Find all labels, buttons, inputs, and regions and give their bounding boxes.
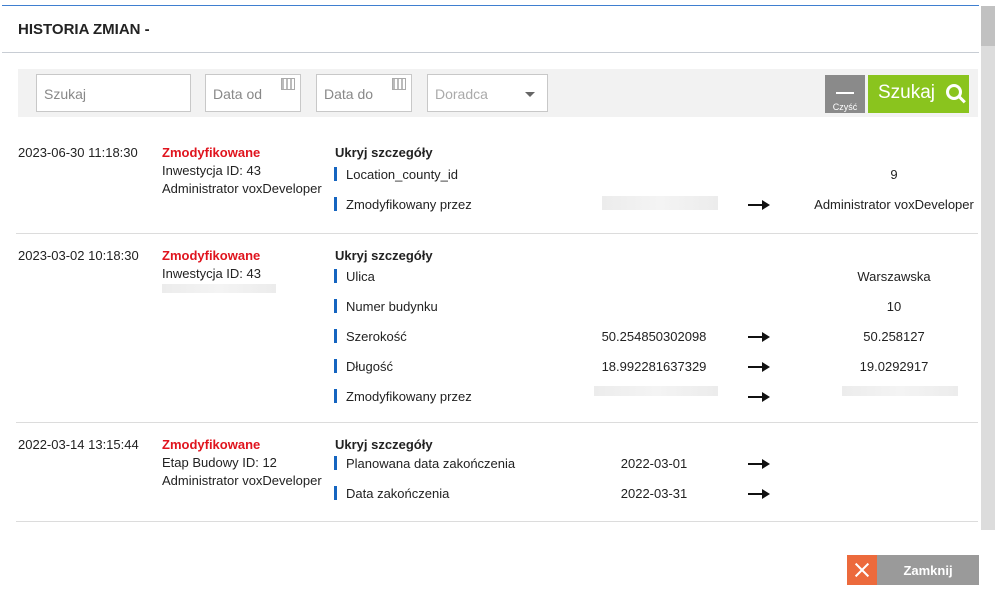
- change-marker: [334, 486, 337, 500]
- modal-top-border: [2, 5, 979, 6]
- date-to-field[interactable]: Data do: [316, 74, 412, 112]
- title-divider: [2, 52, 979, 53]
- change-marker: [334, 299, 337, 313]
- filter-bar: Szukaj Data od Data do Doradca Czyść Szu…: [18, 69, 978, 117]
- entry-datetime: 2023-03-02 10:18:30: [18, 248, 139, 263]
- change-field: Ulica: [346, 269, 375, 284]
- calendar-icon[interactable]: [281, 78, 295, 90]
- toggle-details-link[interactable]: Ukryj szczegóły: [335, 145, 433, 160]
- change-new-value: 19.0292917: [859, 359, 929, 374]
- change-new-value: 10: [886, 299, 902, 314]
- change-old-value: 2022-03-31: [620, 486, 688, 501]
- entry-object: Inwestycja ID: 43: [162, 163, 261, 178]
- arrow-right-icon: [748, 459, 770, 469]
- date-from-field[interactable]: Data od: [205, 74, 301, 112]
- scrollbar-track[interactable]: [981, 46, 995, 530]
- change-new-value: 9: [890, 167, 898, 182]
- change-field: Numer budynku: [346, 299, 438, 314]
- clear-button[interactable]: Czyść: [825, 75, 865, 113]
- change-old-value: 50.254850302098: [601, 329, 707, 344]
- change-marker: [334, 389, 337, 403]
- page-title: HISTORIA ZMIAN -: [18, 21, 150, 38]
- advisor-select[interactable]: Doradca: [427, 74, 548, 112]
- search-button[interactable]: Szukaj: [868, 75, 969, 113]
- history-entry: 2023-03-02 10:18:30 Zmodyfikowane Inwest…: [16, 234, 978, 423]
- redacted-value: [602, 196, 718, 210]
- date-from-placeholder: Data od: [213, 86, 263, 102]
- entry-status: Zmodyfikowane: [162, 437, 261, 452]
- toggle-details-link[interactable]: Ukryj szczegóły: [335, 437, 433, 452]
- redacted-new-value: [842, 386, 958, 396]
- entry-author: Administrator voxDeveloper: [162, 181, 322, 196]
- change-row: Data zakończenia 2022-03-31: [334, 484, 974, 504]
- arrow-right-icon: [748, 332, 770, 342]
- change-field: Długość: [346, 359, 393, 374]
- change-row: Zmodyfikowany przez: [334, 386, 974, 407]
- change-marker: [334, 456, 337, 470]
- entry-object: Etap Budowy ID: 12: [162, 455, 277, 470]
- advisor-select-value: Doradca: [435, 86, 488, 102]
- date-to-placeholder: Data do: [324, 86, 374, 102]
- redacted-old-value: [594, 386, 718, 396]
- entry-status: Zmodyfikowane: [162, 145, 261, 160]
- clear-button-label: Czyść: [832, 102, 858, 112]
- change-row: Długość 18.992281637329 19.0292917: [334, 357, 974, 377]
- search-input[interactable]: Szukaj: [36, 74, 191, 112]
- arrow-right-icon: [748, 392, 770, 402]
- entry-author: Administrator voxDeveloper: [162, 473, 322, 488]
- change-marker: [334, 329, 337, 343]
- change-marker: [334, 167, 337, 181]
- change-row: Numer budynku 10: [334, 297, 974, 317]
- chevron-down-icon: [525, 92, 535, 97]
- toggle-details-link[interactable]: Ukryj szczegóły: [335, 248, 433, 263]
- entry-status: Zmodyfikowane: [162, 248, 261, 263]
- scrollbar-thumb[interactable]: [981, 6, 995, 46]
- change-row: Szerokość 50.254850302098 50.258127: [334, 327, 974, 347]
- change-marker: [334, 197, 337, 211]
- change-field: Planowana data zakończenia: [346, 456, 516, 471]
- entry-datetime: 2023-06-30 11:18:30: [18, 145, 138, 160]
- arrow-right-icon: [748, 489, 770, 499]
- arrow-right-icon: [748, 362, 770, 372]
- change-field: Zmodyfikowany przez: [346, 197, 472, 212]
- close-icon: [847, 555, 877, 585]
- close-button[interactable]: Zamknij: [847, 555, 979, 585]
- change-new-value: Administrator voxDeveloper: [814, 197, 974, 212]
- change-field: Data zakończenia: [346, 486, 450, 501]
- arrow-right-icon: [748, 200, 770, 210]
- history-entry: 2022-03-14 13:15:44 Zmodyfikowane Etap B…: [16, 423, 978, 522]
- entry-object: Inwestycja ID: 43: [162, 266, 261, 281]
- change-row: Location_county_id 9: [334, 165, 974, 185]
- change-marker: [334, 269, 337, 283]
- search-button-label: Szukaj: [878, 82, 936, 103]
- change-field: Szerokość: [346, 329, 407, 344]
- calendar-icon[interactable]: [392, 78, 406, 90]
- close-button-label: Zamknij: [903, 563, 953, 578]
- scrollbar[interactable]: [981, 6, 995, 530]
- change-field: Location_county_id: [346, 167, 459, 182]
- search-icon-handle: [958, 95, 966, 104]
- change-new-value: Warszawska: [857, 269, 931, 284]
- change-new-value: 50.258127: [863, 329, 925, 344]
- history-modal: HISTORIA ZMIAN - Szukaj Data od Data do …: [0, 0, 1001, 594]
- entry-datetime: 2022-03-14 13:15:44: [18, 437, 139, 452]
- change-row: Planowana data zakończenia 2022-03-01: [334, 454, 974, 474]
- search-input-placeholder: Szukaj: [44, 86, 87, 102]
- dash-icon: [836, 92, 854, 94]
- change-row: Ulica Warszawska: [334, 267, 974, 287]
- change-marker: [334, 359, 337, 373]
- change-field: Zmodyfikowany przez: [346, 389, 472, 404]
- redacted-author: [162, 284, 276, 293]
- history-entry: 2023-06-30 11:18:30 Zmodyfikowane Inwest…: [16, 131, 978, 234]
- change-old-value: 18.992281637329: [601, 359, 707, 374]
- change-row: Zmodyfikowany przez Administrator voxDev…: [334, 195, 974, 215]
- change-old-value: 2022-03-01: [620, 456, 688, 471]
